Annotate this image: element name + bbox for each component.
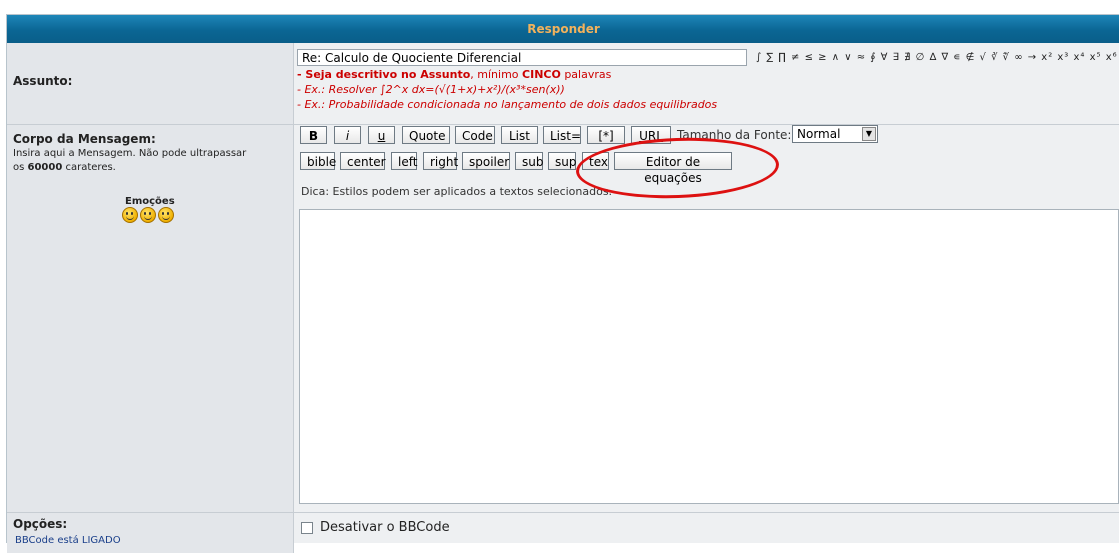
disable-bbcode-label: Desativar o BBCode bbox=[320, 520, 450, 535]
grin-icon[interactable] bbox=[158, 207, 174, 223]
equation-editor-button[interactable]: Editor de equações bbox=[614, 152, 732, 185]
bold-button[interactable]: B bbox=[300, 126, 327, 144]
list-ordered-button[interactable]: List= bbox=[543, 126, 581, 144]
list-item-button[interactable]: [*] bbox=[587, 126, 625, 144]
body-desc-line1: Insira aqui a Mensagem. Não pode ultrapa… bbox=[13, 148, 247, 159]
italic-button[interactable]: i bbox=[334, 126, 361, 144]
sup-button[interactable]: sup bbox=[548, 152, 576, 170]
form-header: Responder bbox=[7, 15, 1119, 43]
hint-example-2: - Ex.: Probabilidade condicionada no lan… bbox=[297, 98, 718, 111]
spoiler-button[interactable]: spoiler bbox=[462, 152, 510, 170]
wink-icon[interactable] bbox=[140, 207, 156, 223]
body-label-cell: Corpo da Mensagem: Insira aqui a Mensage… bbox=[7, 125, 294, 513]
font-size-label: Tamanho da Fonte: bbox=[677, 128, 792, 142]
subject-input[interactable] bbox=[297, 49, 747, 66]
bible-button[interactable]: bible bbox=[300, 152, 336, 170]
subject-hint-1: - Seja descritivo no Assunto, mínimo CIN… bbox=[297, 68, 611, 81]
math-symbols-bar[interactable]: ∫ ∑ ∏ ≠ ≤ ≥ ∧ ∨ ≈ ∮ ∀ ∃ ∄ ∅ ∆ ∇ ∊ ∉ √ ∛ … bbox=[756, 52, 1119, 63]
hint-bold: - Seja descritivo no Assunto bbox=[297, 68, 471, 81]
right-button[interactable]: right bbox=[423, 152, 458, 170]
hint-end: palavras bbox=[560, 68, 612, 81]
font-size-select[interactable]: Normal ▼ bbox=[792, 125, 878, 143]
emoticons bbox=[122, 207, 176, 226]
body-desc-line2-post: carateres. bbox=[62, 162, 116, 173]
options-label-cell: Opções: BBCode está LIGADO bbox=[7, 513, 294, 553]
message-textarea[interactable] bbox=[299, 209, 1119, 504]
url-button[interactable]: URL bbox=[631, 126, 671, 144]
body-label: Corpo da Mensagem: bbox=[13, 132, 156, 146]
left-button[interactable]: left bbox=[391, 152, 417, 170]
style-tip: Dica: Estilos podem ser aplicados a text… bbox=[301, 185, 613, 198]
subject-hint-2: - Ex.: Resolver ∫2^x dx=(√(1+x)+x²)/(x³*… bbox=[297, 83, 565, 96]
quote-button[interactable]: Quote bbox=[402, 126, 450, 144]
underline-button[interactable]: u bbox=[368, 126, 395, 144]
body-desc-line2-pre: os bbox=[13, 162, 28, 173]
subject-hint-3: - Ex.: Probabilidade condicionada no lan… bbox=[297, 98, 717, 111]
font-size-value: Normal bbox=[797, 127, 841, 141]
disable-bbcode-checkbox[interactable] bbox=[301, 522, 313, 534]
options-label: Opções: bbox=[13, 517, 68, 531]
chevron-down-icon[interactable]: ▼ bbox=[862, 127, 876, 141]
code-button[interactable]: Code bbox=[455, 126, 495, 144]
max-chars: 60000 bbox=[27, 162, 63, 173]
list-button[interactable]: List bbox=[501, 126, 538, 144]
hint-mid: , mínimo bbox=[470, 68, 523, 81]
body-description: Insira aqui a Mensagem. Não pode ultrapa… bbox=[13, 147, 288, 175]
tex-button[interactable]: tex bbox=[582, 152, 609, 170]
subject-label: Assunto: bbox=[13, 74, 73, 88]
emotions-label: Emoções bbox=[125, 196, 175, 207]
hint-example-1: - Ex.: Resolver ∫2^x dx=(√(1+x)+x²)/(x³*… bbox=[297, 83, 565, 96]
sub-button[interactable]: sub bbox=[515, 152, 543, 170]
subject-label-cell: Assunto: bbox=[7, 43, 294, 124]
center-button[interactable]: center bbox=[340, 152, 386, 170]
hint-bold2: CINCO bbox=[522, 68, 561, 81]
bbcode-status[interactable]: BBCode está LIGADO bbox=[15, 534, 121, 548]
smile-icon[interactable] bbox=[122, 207, 138, 223]
